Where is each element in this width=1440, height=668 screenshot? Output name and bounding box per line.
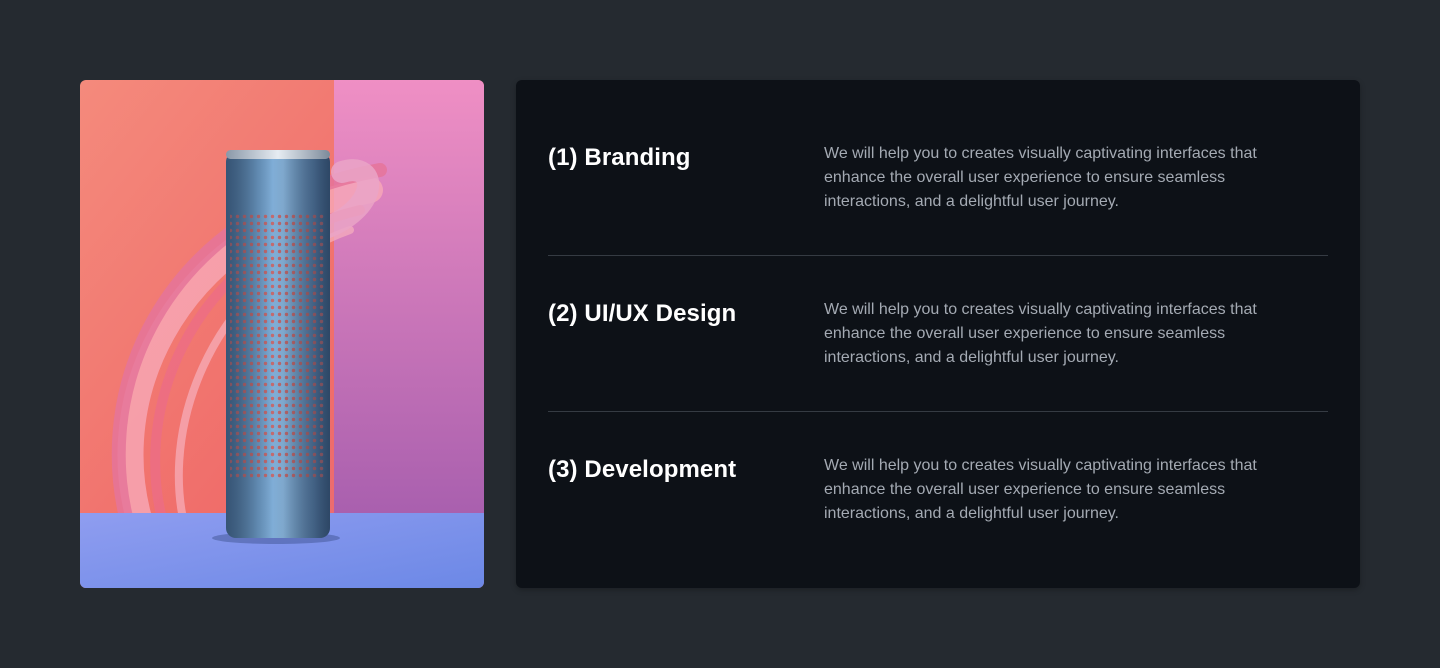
service-description: We will help you to creates visually cap… [824, 301, 1257, 366]
service-description: We will help you to creates visually cap… [824, 145, 1257, 210]
services-section: (1) Branding We will help you to creates… [0, 0, 1440, 668]
product-image [80, 80, 484, 588]
service-item-ui-ux-design: (2) UI/UX Design We will help you to cre… [548, 236, 1328, 392]
service-title: (1) Branding [548, 144, 691, 171]
service-title: (2) UI/UX Design [548, 300, 737, 327]
service-description: We will help you to creates visually cap… [824, 457, 1257, 522]
services-panel: (1) Branding We will help you to creates… [516, 80, 1360, 588]
service-title: (3) Development [548, 456, 737, 483]
service-item-development: (3) Development We will help you to crea… [548, 392, 1328, 548]
service-item-branding: (1) Branding We will help you to creates… [548, 80, 1328, 236]
